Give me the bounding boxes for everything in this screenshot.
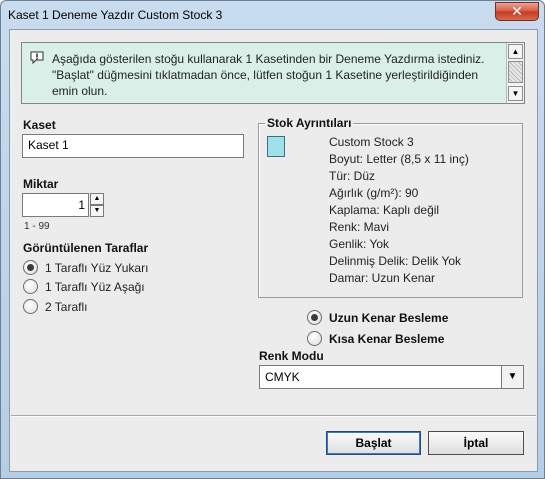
title-bar: Kaset 1 Deneme Yazdır Custom Stock 3 ✕ <box>1 1 544 29</box>
radio-button[interactable] <box>23 299 38 314</box>
color-mode-label: Renk Modu <box>259 349 324 363</box>
radio-face-down[interactable]: 1 Taraflı Yüz Aşağı <box>23 278 223 296</box>
stock-details-list: Custom Stock 3 Boyut: Letter (8,5 x 11 i… <box>329 134 469 287</box>
radio-label: 2 Taraflı <box>45 300 88 314</box>
stock-width: Genlik: Yok <box>329 237 390 251</box>
tray-label: Kaset <box>23 118 56 132</box>
quantity-range: 1 - 99 <box>24 221 50 232</box>
stock-punch: Delinmiş Delik: Delik Yok <box>329 254 462 268</box>
cancel-button[interactable]: İptal <box>428 431 524 455</box>
decrement-icon[interactable]: ▼ <box>90 205 104 217</box>
divider <box>11 415 536 417</box>
color-mode-value: CMYK <box>265 370 300 384</box>
radio-button[interactable] <box>23 279 38 294</box>
info-message-box: Aşağıda gösterilen stoğu kullanarak 1 Ka… <box>21 42 525 104</box>
radio-two-sided[interactable]: 2 Taraflı <box>23 298 223 316</box>
speech-bubble-icon <box>30 51 44 65</box>
radio-button[interactable] <box>307 310 322 325</box>
radio-label: Uzun Kenar Besleme <box>329 311 449 325</box>
start-button[interactable]: Başlat <box>326 431 421 455</box>
message-scrollbar[interactable]: ▲ ▼ <box>506 43 524 103</box>
radio-button[interactable] <box>307 331 322 346</box>
radio-short-edge-feed[interactable]: Kısa Kenar Besleme <box>307 330 507 348</box>
radio-label: Kısa Kenar Besleme <box>329 332 445 346</box>
scroll-down-icon[interactable]: ▼ <box>508 86 523 101</box>
quantity-stepper: 1 ▲ ▼ <box>22 193 105 217</box>
radio-label: 1 Taraflı Yüz Yukarı <box>45 261 149 275</box>
stock-type: Tür: Düz <box>329 169 376 183</box>
increment-icon[interactable]: ▲ <box>90 193 104 205</box>
quantity-label: Miktar <box>23 177 59 191</box>
close-button[interactable]: ✕ <box>495 2 539 21</box>
stock-color: Renk: Mavi <box>329 220 390 234</box>
stock-coating: Kaplama: Kaplı değil <box>329 203 440 217</box>
scroll-thumb[interactable] <box>508 61 523 83</box>
color-mode-select[interactable]: CMYK ▼ <box>259 365 524 389</box>
radio-label: 1 Taraflı Yüz Aşağı <box>45 280 145 294</box>
stock-details-label: Stok Ayrıntıları <box>265 116 354 130</box>
stock-details-group: Stok Ayrıntıları Custom Stock 3 Boyut: L… <box>258 116 523 298</box>
chevron-down-icon[interactable]: ▼ <box>501 366 523 388</box>
tray-field[interactable]: Kaset 1 <box>22 134 244 158</box>
window-title: Kaset 1 Deneme Yazdır Custom Stock 3 <box>8 8 223 22</box>
dialog-body: Aşağıda gösterilen stoğu kullanarak 1 Ka… <box>9 29 538 472</box>
radio-button[interactable] <box>23 260 38 275</box>
info-message-text: Aşağıda gösterilen stoğu kullanarak 1 Ka… <box>52 52 485 98</box>
stock-name: Custom Stock 3 <box>329 135 414 149</box>
scroll-up-icon[interactable]: ▲ <box>508 44 523 59</box>
stock-size: Boyut: Letter (8,5 x 11 inç) <box>329 152 469 166</box>
stock-grain: Damar: Uzun Kenar <box>329 271 436 285</box>
dialog-window: Kaset 1 Deneme Yazdır Custom Stock 3 ✕ A… <box>0 0 545 479</box>
radio-long-edge-feed[interactable]: Uzun Kenar Besleme <box>307 309 507 327</box>
radio-face-up[interactable]: 1 Taraflı Yüz Yukarı <box>23 259 223 277</box>
quantity-input[interactable]: 1 <box>22 193 89 217</box>
stock-weight: Ağırlık (g/m²): 90 <box>329 186 419 200</box>
sides-label: Görüntülenen Taraflar <box>23 241 149 255</box>
stock-color-swatch <box>267 136 285 157</box>
